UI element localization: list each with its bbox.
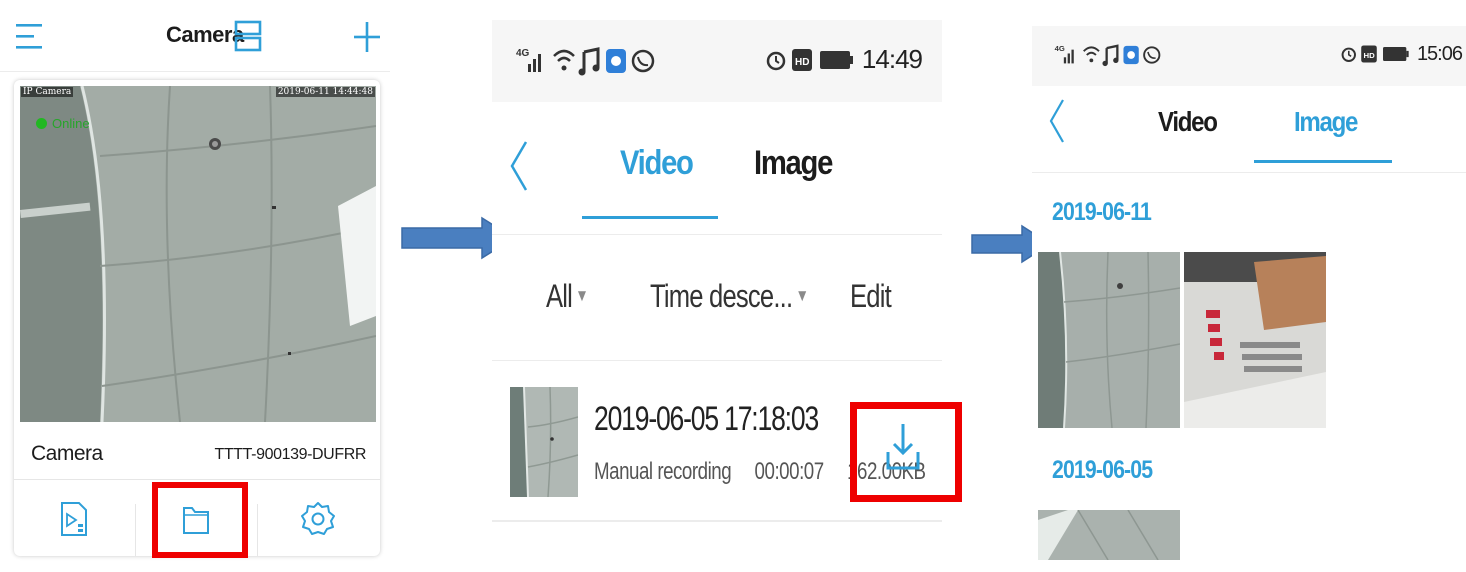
network-type-label: 4G: [1055, 44, 1065, 53]
sort-label: Time desce...: [650, 278, 793, 314]
wall-snapshot-image: [1184, 252, 1326, 428]
recording-type: Manual recording: [594, 458, 732, 485]
files-button[interactable]: [136, 482, 256, 556]
signal-wifi-music-icons: 4G: [1055, 44, 1161, 67]
tab-video[interactable]: Video: [620, 144, 694, 183]
tab-image[interactable]: Image: [754, 144, 833, 183]
alarm-hd-battery-icons: HD: [1341, 45, 1409, 63]
svg-text:HD: HD: [795, 57, 809, 68]
divider: [492, 520, 942, 522]
image-thumbnail[interactable]: [1038, 252, 1180, 428]
active-tab-indicator: [1254, 160, 1392, 163]
ceiling-snapshot-image: [1038, 252, 1180, 428]
back-icon[interactable]: [1048, 98, 1066, 144]
plus-icon[interactable]: [352, 20, 382, 54]
divider: [1032, 172, 1466, 173]
back-icon[interactable]: [508, 140, 530, 192]
thumbnail-image: [510, 387, 578, 497]
recording-duration: 00:00:07: [754, 458, 825, 485]
date-group-header: 2019-06-05: [1052, 456, 1153, 484]
network-type-label: 4G: [516, 48, 530, 59]
active-tab-indicator: [582, 216, 718, 219]
gear-icon: [301, 502, 335, 535]
camera-info-row[interactable]: Camera TTTT-900139-DUFRR: [14, 428, 380, 480]
ceiling-snapshot-image: [1038, 510, 1180, 560]
tutorial-stage: Camera IP Camera 2019-06-11 14:44:48 Onl…: [0, 0, 1466, 572]
grid-layout-icon[interactable]: [234, 20, 262, 52]
online-status: Online: [36, 116, 90, 131]
edit-button[interactable]: Edit: [850, 278, 892, 315]
status-bar: 4G H: [492, 20, 942, 102]
recording-thumbnail: [510, 387, 578, 497]
menu-icon[interactable]: [14, 20, 46, 52]
camera-action-bar: [14, 482, 380, 556]
app-header: Camera: [0, 0, 390, 72]
sort-dropdown[interactable]: Time desce... ▼: [650, 278, 809, 315]
online-status-label: Online: [52, 116, 90, 131]
osd-camera-label: IP Camera: [21, 87, 74, 97]
image-thumbnail[interactable]: [1038, 510, 1180, 560]
osd-timestamp: 2019-06-11 14:44:48: [275, 87, 375, 97]
folder-icon: [183, 507, 209, 534]
date-group-header: 2019-06-11: [1052, 198, 1152, 226]
status-time: 15:06: [1416, 42, 1463, 65]
recording-list-item[interactable]: 2019-06-05 17:18:03 Manual recording 00:0…: [492, 380, 942, 510]
video-playback-icon: [61, 502, 87, 536]
caret-down-icon: ▼: [575, 286, 588, 305]
caret-down-icon: ▼: [795, 286, 809, 305]
camera-list-screen: Camera IP Camera 2019-06-11 14:44:48 Onl…: [0, 0, 390, 572]
download-icon[interactable]: [886, 422, 920, 472]
playback-button[interactable]: [14, 482, 134, 556]
video-files-screen: 4G HD 14:49 Video Image All ▼ Time desce…: [492, 20, 942, 560]
filter-all-label: All: [546, 278, 573, 314]
recording-datetime: 2019-06-05 17:18:03: [594, 400, 819, 438]
page-title: Camera: [166, 22, 244, 47]
divider: [492, 360, 942, 361]
camera-name: Camera: [31, 442, 103, 465]
camera-live-feed[interactable]: IP Camera 2019-06-11 14:44:48 Online: [20, 86, 376, 422]
svg-text:HD: HD: [1363, 51, 1375, 60]
alarm-hd-battery-icons: HD: [766, 48, 853, 71]
camera-device-id: TTTT-900139-DUFRR: [214, 446, 367, 463]
status-icons-right: HD 15:06: [1341, 42, 1463, 66]
image-files-screen: 4G HD 15:06 Video Image 2019-06-11 2019-…: [1032, 26, 1466, 560]
ceiling-view-image: [20, 86, 376, 422]
filter-bar: All ▼ Time desce... ▼ Edit: [492, 270, 942, 330]
settings-button[interactable]: [258, 482, 378, 556]
online-dot-icon: [36, 118, 47, 129]
filter-all-dropdown[interactable]: All ▼: [546, 278, 589, 315]
tab-video[interactable]: Video: [1158, 106, 1218, 138]
status-icons-left: 4G: [1054, 42, 1170, 68]
status-bar: 4G H: [1032, 26, 1466, 86]
status-icons-right: HD 14:49: [766, 44, 923, 75]
divider: [492, 234, 942, 235]
camera-card: IP Camera 2019-06-11 14:44:48 Online Cam…: [14, 80, 380, 556]
status-icons-left: 4G: [516, 44, 666, 78]
status-time: 14:49: [861, 44, 923, 74]
signal-wifi-music-icons: 4G: [516, 47, 655, 76]
image-thumbnail[interactable]: [1184, 252, 1326, 428]
tab-image[interactable]: Image: [1294, 106, 1358, 138]
